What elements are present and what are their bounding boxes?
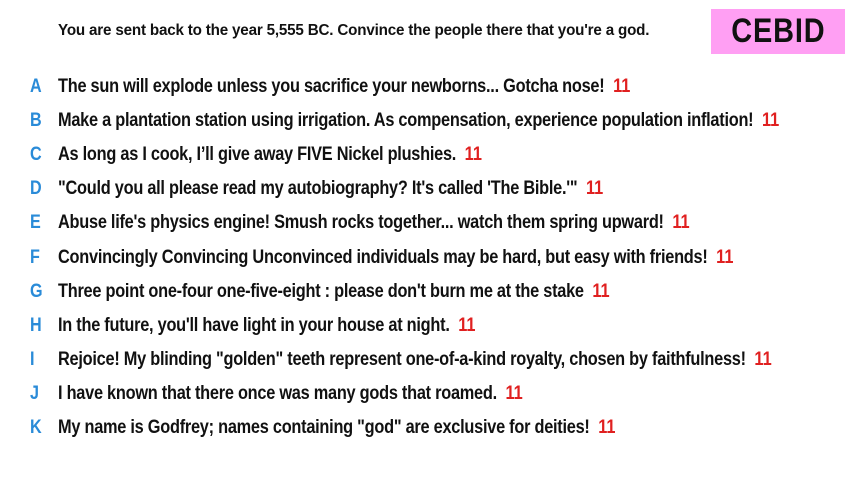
answer-text: My name is Godfrey; names containing "go… (58, 417, 590, 438)
player-badge-label: CEBID (730, 12, 826, 50)
answer-score: 11 (505, 382, 523, 404)
answer-item-g[interactable]: G Three point one-four one-five-eight : … (0, 277, 853, 307)
answer-text: Convincingly Convincing Unconvinced indi… (58, 246, 708, 268)
answer-item-f[interactable]: F Convincingly Convincing Unconvinced in… (0, 243, 853, 273)
prompt-question: You are sent back to the year 5,555 BC. … (58, 22, 650, 39)
answer-text: As long as I cook, I’ll give away FIVE N… (58, 144, 457, 166)
answer-item-h[interactable]: H In the future, you'll have light in yo… (0, 311, 853, 341)
answer-letter: B (30, 110, 42, 132)
answer-letter: D (30, 178, 42, 200)
answer-letter: E (30, 212, 41, 234)
answer-score: 11 (754, 348, 772, 370)
answer-item-e[interactable]: E Abuse life's physics engine! Smush roc… (0, 208, 853, 238)
answer-item-c[interactable]: C As long as I cook, I’ll give away FIVE… (0, 140, 853, 170)
answer-item-a[interactable]: A The sun will explode unless you sacrif… (0, 72, 853, 102)
answer-score: 11 (464, 144, 482, 166)
answer-text: "Could you all please read my autobiogra… (58, 178, 578, 200)
answer-item-k[interactable]: K My name is Godfrey; names containing "… (0, 413, 853, 443)
answer-letter: G (30, 280, 43, 302)
answer-letter: F (30, 246, 40, 268)
answer-score: 11 (598, 417, 616, 438)
answer-item-i[interactable]: I Rejoice! My blinding "golden" teeth re… (0, 345, 853, 375)
answer-text: I have known that there once was many go… (58, 382, 497, 404)
answer-text: Make a plantation station using irrigati… (58, 110, 754, 132)
answer-letter: C (30, 144, 42, 166)
answer-text: Rejoice! My blinding "golden" teeth repr… (58, 348, 746, 370)
answer-item-j[interactable]: J I have known that there once was many … (0, 379, 853, 409)
answer-text: Three point one-four one-five-eight : pl… (58, 280, 584, 302)
answer-score: 11 (613, 76, 631, 97)
answer-letter: A (30, 76, 42, 97)
answer-score: 11 (585, 178, 604, 200)
answer-letter: J (30, 382, 39, 404)
answer-score: 11 (592, 280, 610, 302)
answer-score: 11 (458, 314, 476, 336)
answer-score: 11 (716, 246, 734, 268)
player-badge: CEBID (711, 9, 845, 54)
answer-letter: K (30, 417, 42, 438)
answer-text: The sun will explode unless you sacrific… (58, 76, 605, 97)
answer-score: 11 (672, 212, 690, 234)
answer-item-d[interactable]: D "Could you all please read my autobiog… (0, 174, 853, 204)
answer-text: In the future, you'll have light in your… (58, 314, 450, 336)
answer-letter: I (30, 348, 35, 370)
answer-item-b[interactable]: B Make a plantation station using irriga… (0, 106, 853, 136)
answer-text: Abuse life's physics engine! Smush rocks… (58, 212, 664, 234)
answer-letter: H (30, 314, 42, 336)
answer-score: 11 (761, 110, 780, 132)
